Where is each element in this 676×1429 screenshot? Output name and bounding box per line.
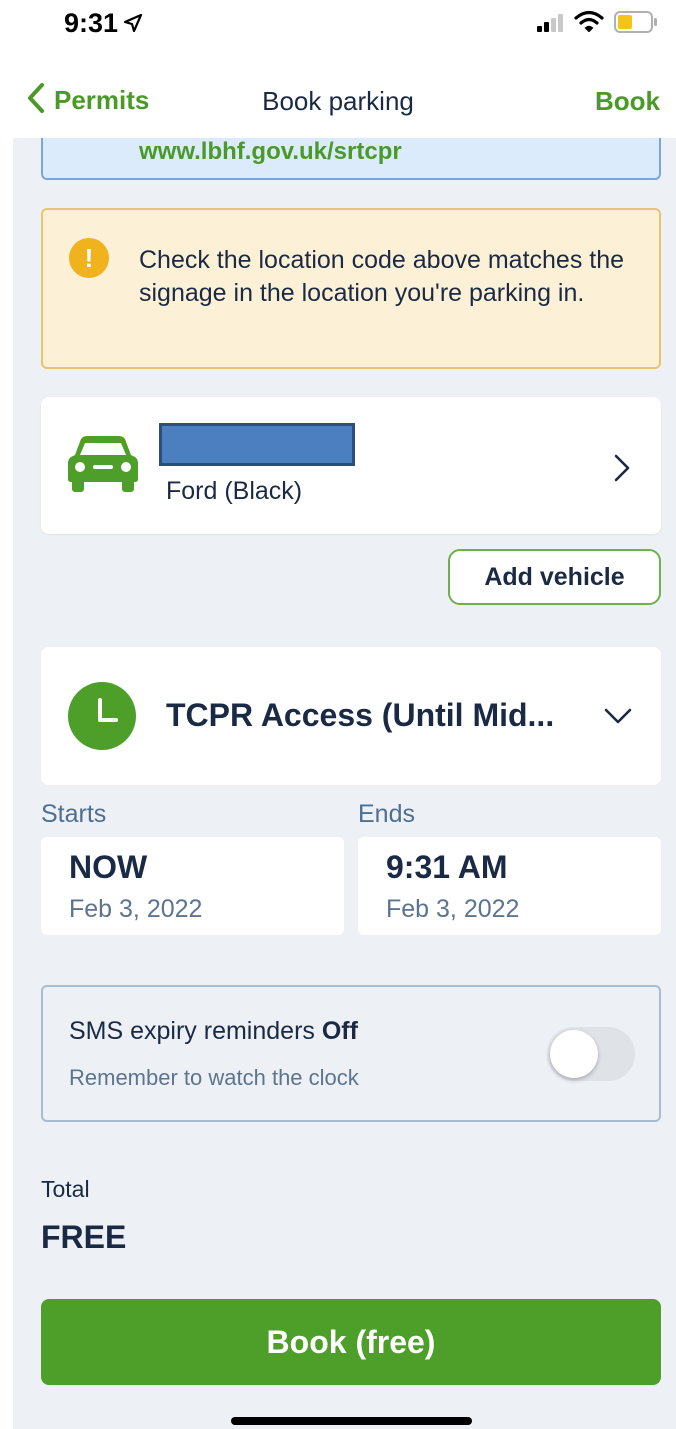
navigation-bar: Permits Book parking Book bbox=[0, 60, 676, 138]
end-time: 9:31 AM bbox=[386, 849, 508, 885]
wifi-icon bbox=[574, 10, 604, 37]
sms-reminder-subtitle: Remember to watch the clock bbox=[69, 1065, 359, 1090]
battery-icon bbox=[614, 11, 658, 38]
scroll-content[interactable]: www.lbhf.gov.uk/srtcpr ! Check the locat… bbox=[13, 138, 676, 1429]
signal-icon bbox=[537, 12, 565, 37]
status-bar: 9:31 bbox=[0, 0, 676, 60]
page-title: Book parking bbox=[262, 86, 414, 116]
start-date: Feb 3, 2022 bbox=[69, 895, 203, 923]
start-time: NOW bbox=[69, 849, 148, 885]
total-label: Total bbox=[41, 1176, 90, 1202]
location-arrow-icon bbox=[123, 13, 143, 33]
book-nav-button[interactable]: Book bbox=[595, 86, 660, 117]
start-time-field[interactable]: NOW Feb 3, 2022 bbox=[41, 837, 344, 935]
starts-label: Starts bbox=[41, 800, 107, 828]
permit-label: TCPR Access (Until Mid... bbox=[166, 697, 555, 733]
warning-text: Check the location code above matches th… bbox=[139, 246, 625, 307]
sms-reminder-title: SMS expiry reminders Off bbox=[69, 1017, 358, 1045]
vehicle-description: Ford (Black) bbox=[166, 477, 303, 505]
sms-reminder-toggle[interactable] bbox=[547, 1027, 635, 1081]
vehicle-registration-redacted bbox=[159, 423, 355, 466]
add-vehicle-button[interactable]: Add vehicle bbox=[448, 549, 661, 605]
home-indicator[interactable] bbox=[231, 1417, 472, 1425]
book-button[interactable]: Book (free) bbox=[41, 1299, 661, 1385]
sms-reminder-state: Off bbox=[321, 1017, 358, 1045]
sms-reminder-setting: SMS expiry reminders Off Remember to wat… bbox=[41, 985, 661, 1122]
vehicle-selector[interactable]: Ford (Black) bbox=[41, 397, 661, 534]
chevron-down-icon bbox=[603, 707, 633, 730]
permit-selector[interactable]: TCPR Access (Until Mid... bbox=[41, 647, 661, 785]
exclamation-icon: ! bbox=[69, 238, 109, 278]
toggle-knob bbox=[550, 1030, 598, 1078]
chevron-right-icon bbox=[613, 453, 631, 488]
info-link[interactable]: www.lbhf.gov.uk/srtcpr bbox=[139, 138, 402, 166]
status-time: 9:31 bbox=[64, 8, 119, 38]
total-value: FREE bbox=[41, 1219, 127, 1255]
car-icon bbox=[67, 435, 139, 498]
clock-icon bbox=[68, 682, 136, 755]
ends-label: Ends bbox=[358, 800, 415, 828]
end-time-field[interactable]: 9:31 AM Feb 3, 2022 bbox=[358, 837, 661, 935]
end-date: Feb 3, 2022 bbox=[386, 895, 520, 923]
location-info-box: www.lbhf.gov.uk/srtcpr bbox=[41, 138, 661, 180]
location-warning: ! Check the location code above matches … bbox=[41, 208, 661, 369]
